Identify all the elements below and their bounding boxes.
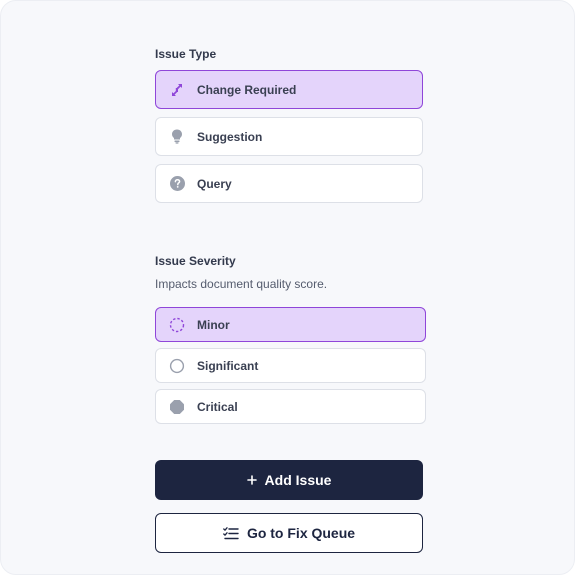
add-issue-label: Add Issue [264, 472, 332, 488]
option-label: Suggestion [197, 129, 263, 144]
severity-option-critical[interactable]: Critical [155, 389, 426, 424]
add-issue-button[interactable]: Add Issue [155, 460, 423, 500]
issue-type-option-suggestion[interactable]: Suggestion [155, 117, 423, 156]
option-label: Critical [197, 399, 238, 414]
issue-type-title: Issue Type [155, 47, 217, 61]
option-label: Significant [197, 358, 259, 373]
issue-severity-title: Issue Severity [155, 254, 236, 268]
go-to-fix-queue-button[interactable]: Go to Fix Queue [155, 513, 423, 553]
option-label: Change Required [197, 82, 297, 97]
checklist-icon [223, 526, 239, 540]
severity-option-significant[interactable]: Significant [155, 348, 426, 383]
fix-queue-label: Go to Fix Queue [246, 525, 356, 541]
issue-type-option-query[interactable]: Query [155, 164, 423, 203]
dashed-circle-icon [169, 317, 185, 333]
issue-severity-subtitle: Impacts document quality score. [155, 277, 328, 291]
severity-option-minor[interactable]: Minor [155, 307, 426, 342]
option-label: Minor [197, 317, 230, 332]
issue-form-card: Issue Type Change Required Suggestion Qu… [0, 0, 575, 575]
lightbulb-icon [169, 129, 185, 145]
question-circle-icon [169, 176, 185, 192]
filled-octagon-icon [169, 399, 185, 415]
plus-icon [246, 475, 257, 485]
option-label: Query [197, 176, 232, 191]
swap-arrows-icon [169, 82, 185, 98]
issue-type-option-change-required[interactable]: Change Required [155, 70, 423, 109]
outline-circle-icon [169, 358, 185, 374]
